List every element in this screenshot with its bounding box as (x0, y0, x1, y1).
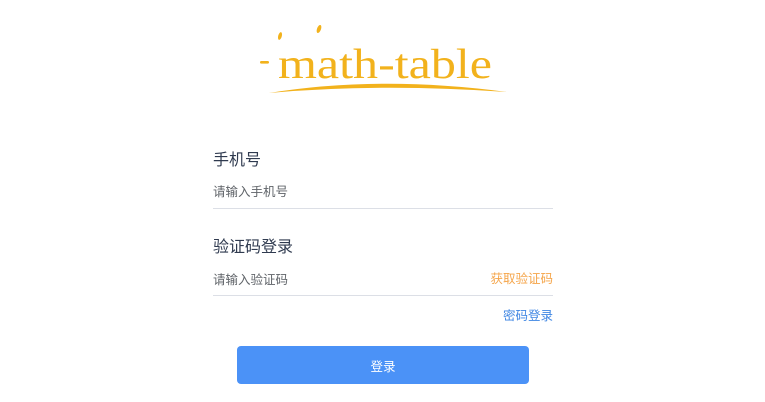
code-label: 验证码登录 (213, 237, 294, 256)
get-code-link[interactable]: 获取验证码 (490, 270, 553, 288)
phone-label: 手机号 (213, 150, 262, 169)
login-button[interactable]: 登录 (237, 346, 529, 384)
login-form: 手机号 验证码登录 获取验证码 密码登录 (213, 0, 553, 402)
phone-underline (213, 208, 553, 209)
code-input[interactable] (213, 269, 453, 289)
code-underline (213, 295, 553, 296)
phone-input[interactable] (213, 181, 453, 201)
password-login-link[interactable]: 密码登录 (503, 307, 553, 325)
login-page: math-table 手机号 验证码登录 获取验证码 密码登录 登录 (0, 0, 765, 402)
